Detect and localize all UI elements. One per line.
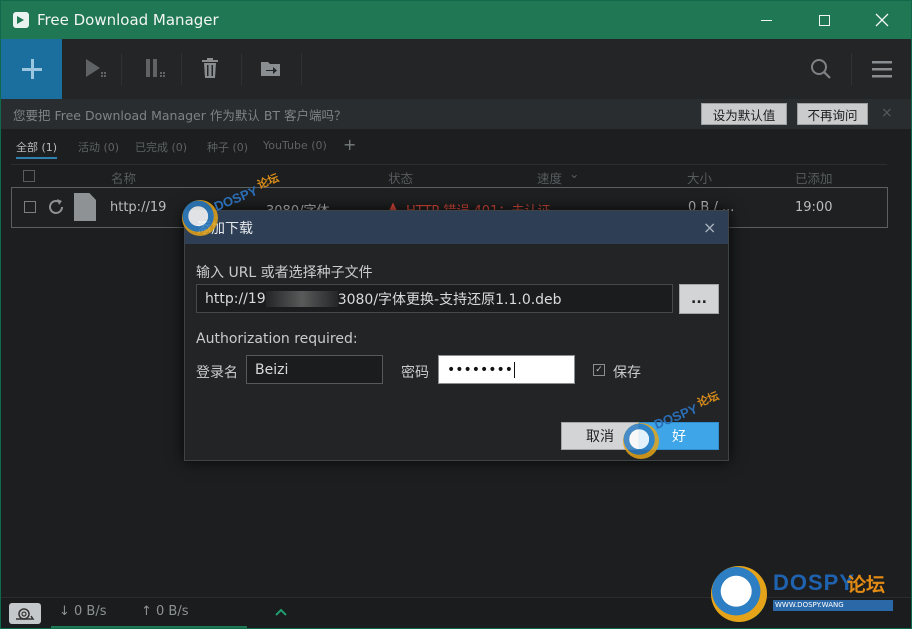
text-caret: [514, 361, 516, 378]
tab-active[interactable]: 活动 (0): [78, 139, 119, 155]
browse-torrent-button[interactable]: ...: [679, 284, 719, 314]
tab-all[interactable]: 全部 (1): [16, 139, 58, 159]
minimize-icon: [760, 19, 772, 21]
hamburger-menu-icon: [872, 61, 892, 78]
select-all-checkbox[interactable]: [23, 170, 35, 182]
toolbar-divider: [301, 53, 302, 85]
file-icon: [74, 193, 96, 221]
close-icon: [875, 13, 889, 27]
url-value-start: http://19: [205, 290, 266, 307]
maximize-button[interactable]: [795, 1, 853, 39]
save-credentials-checkbox[interactable]: ✓: [593, 364, 605, 376]
toolbar-divider: [241, 53, 242, 85]
menu-button[interactable]: [870, 57, 894, 81]
set-default-button[interactable]: 设为默认值: [701, 103, 787, 125]
toolbar-divider: [851, 53, 852, 85]
dospy-brand-cn: 论坛: [847, 574, 886, 596]
column-status[interactable]: 状态: [388, 168, 413, 187]
window-title: Free Download Manager: [37, 11, 219, 29]
add-download-button[interactable]: [1, 39, 62, 99]
row-name-start: http://19: [110, 200, 167, 215]
speed-limiter-snail-icon[interactable]: [9, 603, 41, 624]
sort-chevron-icon: ⌄: [569, 166, 580, 181]
password-value: ••••••••: [447, 361, 514, 378]
password-label: 密码: [401, 365, 429, 381]
url-value-end: 3080/字体更换-支持还原1.1.0.deb: [337, 291, 562, 308]
column-added[interactable]: 已添加: [795, 168, 833, 187]
row-added: 19:00: [795, 200, 833, 215]
chevron-up-icon[interactable]: [275, 608, 287, 616]
dialog-title-bar: 添加下载 ×: [185, 211, 728, 244]
download-list-header: 名称 状态 速度 ⌄ 大小 已添加: [11, 164, 887, 186]
dospy-url: WWW.DOSPY.WANG: [773, 600, 893, 611]
pause-icon: [146, 59, 165, 77]
filter-tabs: 全部 (1) 活动 (0) 已完成 (0) 种子 (0) YouTube (0)…: [1, 135, 911, 159]
move-folder-icon: [261, 62, 280, 76]
column-size[interactable]: 大小: [687, 168, 712, 187]
toolbar-divider: [121, 53, 122, 85]
watermark-logo-icon: [623, 423, 659, 459]
close-window-button[interactable]: [853, 1, 911, 39]
pause-button[interactable]: [143, 57, 167, 81]
username-input[interactable]: Beizi: [246, 355, 383, 384]
trash-icon: [202, 58, 218, 78]
tab-youtube[interactable]: YouTube (0): [263, 139, 327, 152]
tab-completed[interactable]: 已完成 (0): [135, 139, 187, 155]
retry-icon[interactable]: [46, 197, 66, 221]
username-label: 登录名: [196, 365, 238, 381]
resume-button[interactable]: [83, 57, 107, 81]
upload-speed: ↑ 0 B/s: [141, 604, 189, 619]
url-label: 输入 URL 或者选择种子文件: [196, 265, 373, 281]
redacted-blur: [265, 290, 338, 307]
dospy-logo-icon: [711, 566, 767, 622]
column-speed[interactable]: 速度: [537, 168, 562, 187]
watermark-logo-icon: [182, 200, 218, 236]
move-button[interactable]: [259, 57, 283, 81]
notice-text: 您要把 Free Download Manager 作为默认 BT 客户端吗？: [13, 107, 347, 123]
column-name[interactable]: 名称: [111, 168, 136, 187]
app-logo-icon: [13, 12, 29, 28]
url-input[interactable]: http://19 3080/字体更换-支持还原1.1.0.deb: [196, 284, 673, 313]
toolbar-divider: [181, 53, 182, 85]
tab-torrents[interactable]: 种子 (0): [207, 139, 248, 155]
download-speed: ↓ 0 B/s: [59, 604, 107, 619]
row-checkbox[interactable]: [24, 201, 36, 213]
minimize-button[interactable]: [737, 1, 795, 39]
save-credentials-label: 保存: [613, 365, 641, 381]
dont-ask-button[interactable]: 不再询问: [797, 103, 868, 125]
search-button[interactable]: [809, 57, 833, 81]
play-icon: [86, 59, 106, 77]
plus-icon: [21, 59, 42, 79]
password-input[interactable]: ••••••••: [438, 355, 575, 384]
add-tab-icon[interactable]: +: [343, 135, 356, 154]
toolbar: [1, 39, 911, 99]
dospy-logo: DOSPY 论坛 WWW.DOSPY.WANG: [711, 566, 901, 622]
app-window: Free Download Manager 您要把 Free Download …: [0, 0, 912, 629]
delete-button[interactable]: [200, 57, 224, 81]
default-client-notice: 您要把 Free Download Manager 作为默认 BT 客户端吗？ …: [1, 99, 911, 129]
notice-close-icon[interactable]: ×: [881, 105, 893, 121]
auth-required-label: Authorization required:: [196, 331, 358, 347]
dospy-brand: DOSPY: [773, 570, 856, 595]
speed-panel[interactable]: ↓ 0 B/s ↑ 0 B/s: [51, 598, 287, 628]
title-bar: Free Download Manager: [1, 1, 911, 39]
maximize-icon: [818, 14, 830, 26]
dialog-close-icon[interactable]: ×: [703, 218, 716, 237]
search-icon: [811, 59, 831, 79]
